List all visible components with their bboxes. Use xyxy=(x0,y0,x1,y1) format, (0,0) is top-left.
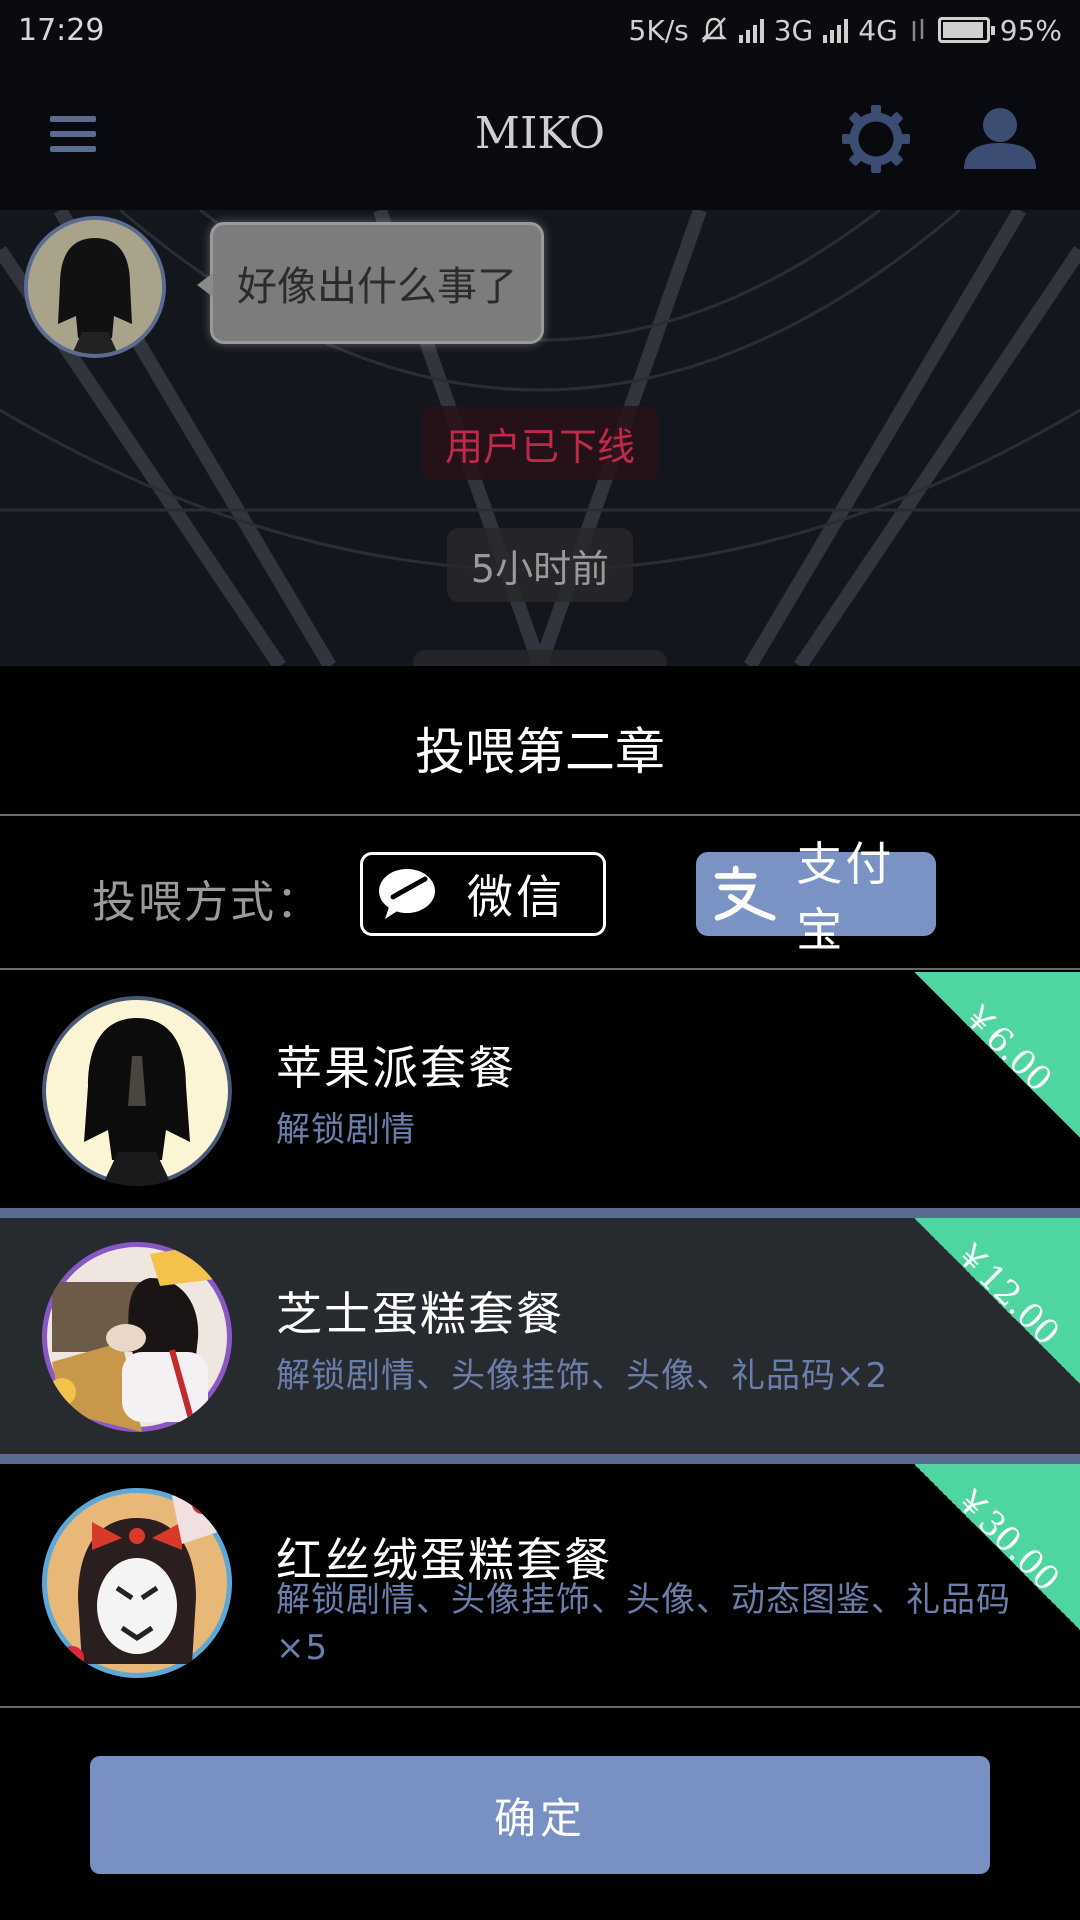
package-red-velvet[interactable]: 红丝绒蛋糕套餐 解锁剧情、头像挂饰、头像、动态图鉴、礼品码×5 ￥30.00 xyxy=(0,1464,1080,1700)
pay-method-label: 投喂方式： xyxy=(92,877,322,928)
gear-icon[interactable] xyxy=(840,103,912,175)
package-desc: 解锁剧情、头像挂饰、头像、动态图鉴、礼品码×5 xyxy=(276,1580,1011,1668)
app-bar: MIKO xyxy=(0,60,1080,210)
user-icon[interactable] xyxy=(962,105,1038,171)
package-apple-pie[interactable]: 苹果派套餐 解锁剧情 ￥6.00 xyxy=(0,972,1080,1208)
status-offline: 用户已下线 xyxy=(420,406,660,480)
chat-message-bubble: 好像出什么事了 xyxy=(197,222,544,344)
signal-3g-icon xyxy=(738,17,764,43)
package-name: 苹果派套餐 xyxy=(276,1041,516,1095)
system-pill-partial xyxy=(413,650,667,666)
battery-icon xyxy=(937,17,995,43)
price-ribbon: ￥12.00 xyxy=(914,1218,1080,1384)
package-name: 芝士蛋糕套餐 xyxy=(276,1287,564,1341)
package-cheesecake[interactable]: 芝士蛋糕套餐 解锁剧情、头像挂饰、头像、礼品码×2 ￥12.00 xyxy=(0,1218,1080,1454)
package-desc: 解锁剧情 xyxy=(276,1110,416,1150)
net-4g: 4G xyxy=(858,13,898,47)
data-arrows-icon xyxy=(912,19,924,41)
alipay-label: 支付宝 xyxy=(796,837,895,957)
status-indicators: 5K/s 3G 4G 95% xyxy=(629,14,1062,47)
wechat-icon xyxy=(379,869,435,919)
alipay-button[interactable]: 支付宝 xyxy=(696,837,936,957)
price-tag: ￥30.00 xyxy=(945,1478,1068,1600)
price-tag: ￥6.00 xyxy=(953,994,1060,1100)
status-time: 17:29 xyxy=(18,12,105,48)
feed-sheet: 投喂第二章 投喂方式： 微信 支付宝 苹果派套餐 解锁剧情 ￥6.00 芝士蛋糕… xyxy=(0,666,1080,1920)
selection-border-top xyxy=(0,1208,1080,1218)
battery-percent: 95% xyxy=(999,13,1062,47)
chat-area: 好像出什么事了 用户已下线 5小时前 xyxy=(0,210,1080,666)
status-bar: 17:29 5K/s 3G 4G 95% xyxy=(0,0,1080,60)
divider xyxy=(0,968,1080,970)
package-avatar xyxy=(42,1242,232,1432)
divider xyxy=(0,814,1080,816)
wechat-label: 微信 xyxy=(467,870,565,924)
confirm-button[interactable]: 确定 xyxy=(90,1756,990,1874)
package-avatar xyxy=(42,996,232,1186)
selection-border-bottom xyxy=(0,1454,1080,1464)
divider xyxy=(0,1706,1080,1708)
chat-avatar[interactable] xyxy=(24,216,166,358)
net-3g: 3G xyxy=(773,13,814,47)
price-ribbon: ￥30.00 xyxy=(914,1464,1080,1630)
wechat-pay-button[interactable]: 微信 xyxy=(360,852,606,936)
signal-4g-icon xyxy=(823,17,849,43)
sheet-title: 投喂第二章 xyxy=(415,723,665,781)
mute-bell-icon xyxy=(700,17,727,43)
app-title: MIKO xyxy=(474,108,606,159)
package-avatar xyxy=(42,1488,232,1678)
alipay-icon xyxy=(714,865,776,921)
battery-level xyxy=(942,22,983,38)
price-tag: ￥12.00 xyxy=(945,1232,1068,1354)
network-speed: 5K/s xyxy=(628,13,689,47)
price-ribbon: ￥6.00 xyxy=(914,972,1080,1138)
package-desc: 解锁剧情、头像挂饰、头像、礼品码×2 xyxy=(276,1356,889,1396)
message-timestamp: 5小时前 xyxy=(446,528,634,602)
